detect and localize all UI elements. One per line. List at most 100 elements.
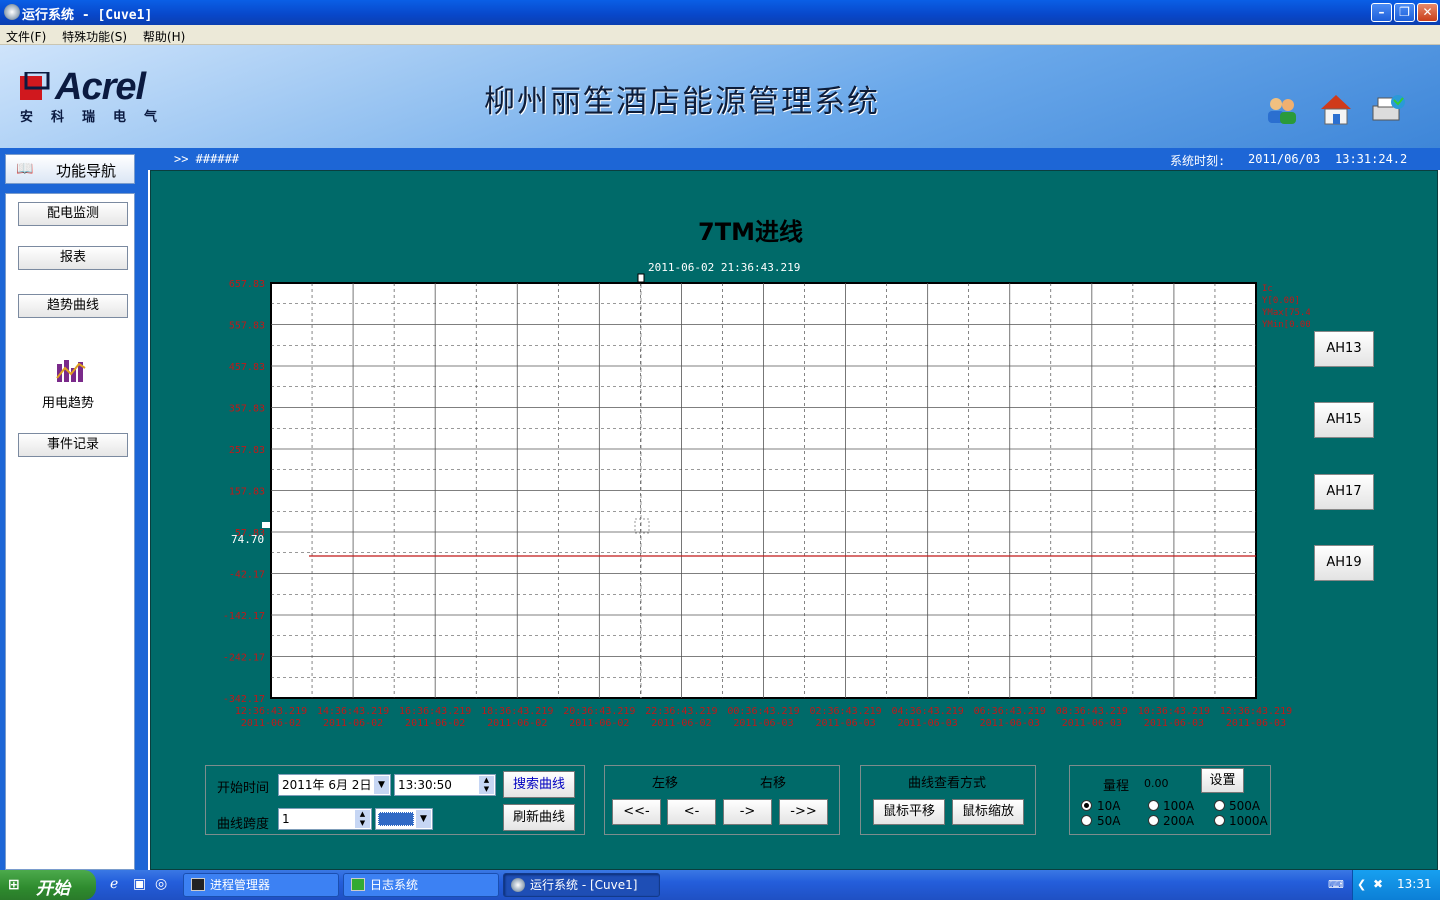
range-value: 0.00 (1144, 777, 1169, 790)
system-time-label: 系统时刻: (1170, 154, 1226, 168)
task-runtime-system[interactable]: 运行系统 - [Cuve1] (503, 873, 660, 897)
refresh-curve-button[interactable]: 刷新曲线 (503, 804, 575, 831)
range-radio-100a[interactable] (1148, 800, 1159, 811)
nav-report[interactable]: 报表 (18, 246, 128, 270)
trend-chart-icon[interactable] (55, 356, 87, 384)
brand-subtitle: 安科瑞电气 (20, 110, 176, 125)
users-icon[interactable] (1264, 92, 1300, 128)
printer-icon[interactable] (1370, 92, 1406, 128)
y-axis-ticks: 657.83557.83457.83357.83257.83157.8357.8… (223, 279, 265, 705)
restore-button[interactable]: ❐ (1394, 3, 1415, 22)
x-tick-time: 12:36:43.219 (235, 706, 307, 717)
shift-right-button[interactable]: -> (723, 799, 772, 825)
spinner-arrows-icon[interactable]: ▲ ▼ (355, 810, 370, 828)
span-unit-select[interactable]: ▼ (375, 808, 433, 830)
ie-icon[interactable]: ℯ (110, 876, 118, 892)
browser-icon[interactable]: ◎ (155, 876, 167, 892)
chart-title: 7TM进线 (698, 218, 803, 246)
shift-left-button[interactable]: <- (667, 799, 716, 825)
close-button[interactable]: ✕ (1417, 3, 1438, 22)
range-radio-200a[interactable] (1148, 815, 1159, 826)
span-input[interactable]: 1 ▲ ▼ (278, 808, 372, 830)
y-tick-label: -42.17 (229, 570, 265, 581)
y-tick-label: -242.17 (223, 653, 265, 664)
x-tick-time: 18:36:43.219 (481, 706, 553, 717)
chevron-left-icon[interactable]: ❮ (1357, 878, 1366, 891)
y-tick-label: 157.83 (229, 487, 265, 498)
cursor-handle[interactable] (637, 273, 645, 283)
x-tick-date: 2011-06-03 (898, 718, 958, 729)
home-icon[interactable] (1318, 92, 1354, 128)
x-tick-time: 06:36:43.219 (974, 706, 1046, 717)
brand-logo: Acrel (55, 66, 146, 108)
acrel-logo-icon (20, 72, 50, 100)
task-log-system[interactable]: 日志系统 (343, 873, 499, 897)
window-title: 运行系统 - [Cuve1] (22, 8, 153, 23)
x-tick-time: 08:36:43.219 (1056, 706, 1128, 717)
marker-handle[interactable] (262, 522, 270, 528)
range-option-label: 1000A (1229, 814, 1268, 828)
monitor-icon (191, 878, 205, 891)
x-tick-date: 2011-06-02 (487, 718, 547, 729)
book-icon: 📖 (16, 161, 34, 177)
x-tick-date: 2011-06-03 (733, 718, 793, 729)
chevron-down-icon[interactable]: ▼ (416, 810, 431, 828)
legend: Ic Y[0.00] YMax[75.40] YMin[0.00] (1262, 284, 1310, 330)
mouse-pan-button[interactable]: 鼠标平移 (873, 799, 945, 825)
log-icon (351, 878, 365, 891)
mouse-zoom-button[interactable]: 鼠标缩放 (952, 799, 1024, 825)
y-tick-label: 557.83 (229, 321, 265, 332)
y-tick-label: 257.83 (229, 445, 265, 456)
range-set-button[interactable]: 设置 (1201, 768, 1244, 793)
ah15-button[interactable]: AH15 (1314, 402, 1374, 438)
trend-chart[interactable]: 657.83557.83457.83357.83257.83157.8357.8… (220, 255, 1310, 735)
range-option-label: 500A (1229, 799, 1261, 813)
range-radio-10a[interactable] (1081, 800, 1092, 811)
start-time-label: 开始时间 (217, 781, 270, 796)
window-title-bar[interactable]: 运行系统 - [Cuve1] – ❐ ✕ (0, 0, 1440, 25)
keyboard-icon[interactable]: ⌨ (1328, 878, 1344, 891)
minimize-button[interactable]: – (1371, 3, 1392, 22)
start-date-picker[interactable]: 2011年 6月 2日 ▼ (278, 774, 391, 796)
network-icon[interactable]: ✖ (1373, 877, 1383, 891)
nav-event-log[interactable]: 事件记录 (18, 433, 128, 457)
y-tick-label: -142.17 (223, 611, 265, 622)
ah13-button[interactable]: AH13 (1314, 331, 1374, 367)
desktop-icon[interactable]: ▣ (133, 876, 146, 892)
x-tick-time: 10:36:43.219 (1138, 706, 1210, 717)
spinner-arrows-icon[interactable]: ▲ ▼ (479, 776, 494, 794)
range-radio-50a[interactable] (1081, 815, 1092, 826)
y-tick-label: 357.83 (229, 404, 265, 415)
legend-entry: YMax[75.40] (1262, 308, 1310, 318)
x-tick-date: 2011-06-02 (323, 718, 383, 729)
x-tick-date: 2011-06-03 (815, 718, 875, 729)
breadcrumb: >> ###### (174, 152, 240, 166)
shift-far-left-button[interactable]: <<- (612, 799, 661, 825)
system-time: 13:31:24.2 (1335, 152, 1408, 166)
system-title: 柳州丽笙酒店能源管理系统 (484, 84, 880, 120)
shift-far-right-button[interactable]: ->> (779, 799, 828, 825)
x-tick-time: 16:36:43.219 (399, 706, 471, 717)
cursor-label: 2011-06-02 21:36:43.219 (648, 261, 800, 274)
nav-power-trend-label[interactable]: 用电趋势 (42, 392, 94, 411)
nav-power-monitor[interactable]: 配电监测 (18, 202, 128, 226)
nav-trend-curve[interactable]: 趋势曲线 (18, 294, 128, 318)
start-time-spinner[interactable]: 13:30:50 ▲ ▼ (394, 774, 496, 796)
range-radio-500a[interactable] (1214, 800, 1225, 811)
task-process-manager[interactable]: 进程管理器 (183, 873, 339, 897)
x-tick-time: 00:36:43.219 (727, 706, 799, 717)
search-curve-button[interactable]: 搜索曲线 (503, 771, 575, 798)
ah17-button[interactable]: AH17 (1314, 474, 1374, 510)
ah19-button[interactable]: AH19 (1314, 545, 1374, 581)
x-axis-ticks: 12:36:43.2192011-06-0214:36:43.2192011-0… (235, 706, 1292, 729)
x-tick-time: 12:36:43.219 (1220, 706, 1292, 717)
shift-left-label: 左移 (652, 776, 679, 791)
range-label: 量程 (1103, 779, 1130, 794)
range-radio-1000a[interactable] (1214, 815, 1225, 826)
start-button[interactable]: ⊞ 开始 (0, 870, 96, 900)
x-tick-time: 20:36:43.219 (563, 706, 635, 717)
menu-bar: 文件(F) 特殊功能(S) 帮助(H) (0, 25, 1440, 45)
chevron-down-icon[interactable]: ▼ (374, 776, 389, 794)
y-tick-label: -342.17 (223, 694, 265, 705)
view-mode-label: 曲线查看方式 (908, 776, 987, 791)
